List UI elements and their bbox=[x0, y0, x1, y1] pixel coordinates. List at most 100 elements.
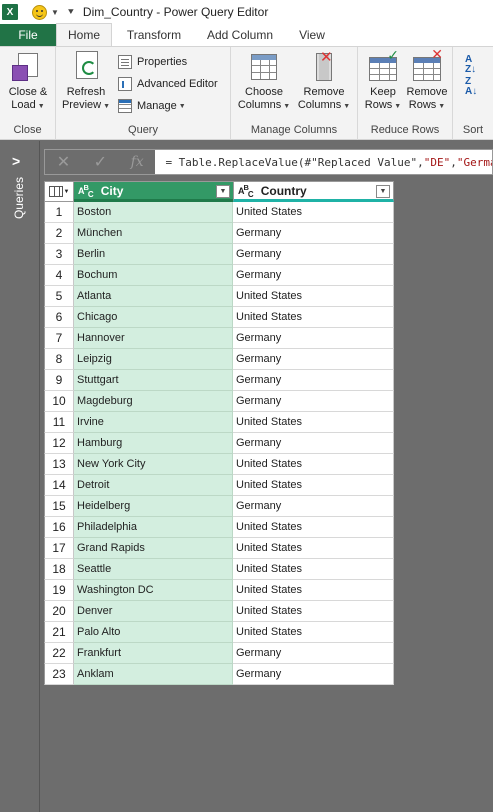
cell-country[interactable]: United States bbox=[233, 622, 394, 643]
sort-descending-icon[interactable]: Z A↓ bbox=[465, 77, 477, 97]
cell-city[interactable]: Washington DC bbox=[74, 580, 233, 601]
cell-country[interactable]: United States bbox=[233, 475, 394, 496]
row-number[interactable]: 21 bbox=[44, 622, 74, 643]
cell-city[interactable]: Seattle bbox=[74, 559, 233, 580]
cell-city[interactable]: Bochum bbox=[74, 265, 233, 286]
cell-country[interactable]: Germany bbox=[233, 244, 394, 265]
cell-city[interactable]: New York City bbox=[74, 454, 233, 475]
row-number[interactable]: 20 bbox=[44, 601, 74, 622]
row-number[interactable]: 11 bbox=[44, 412, 74, 433]
column-header-country[interactable]: ABC Country ▼ bbox=[233, 181, 394, 202]
remove-columns-button[interactable]: ✕ Remove Columns ▼ bbox=[294, 50, 354, 113]
column-header-city[interactable]: ABC City ▼ bbox=[74, 181, 233, 202]
cell-country[interactable]: United States bbox=[233, 580, 394, 601]
row-number[interactable]: 18 bbox=[44, 559, 74, 580]
filter-dropdown-icon[interactable]: ▼ bbox=[376, 185, 390, 198]
cell-city[interactable]: Boston bbox=[74, 202, 233, 223]
row-number[interactable]: 6 bbox=[44, 307, 74, 328]
cell-country[interactable]: United States bbox=[233, 538, 394, 559]
cell-country[interactable]: United States bbox=[233, 202, 394, 223]
cell-city[interactable]: Atlanta bbox=[74, 286, 233, 307]
row-number[interactable]: 22 bbox=[44, 643, 74, 664]
formula-input[interactable]: = Table.ReplaceValue(#"Replaced Value","… bbox=[165, 156, 492, 169]
cell-country[interactable]: United States bbox=[233, 286, 394, 307]
cell-city[interactable]: Grand Rapids bbox=[74, 538, 233, 559]
text-type-icon[interactable]: ABC bbox=[78, 183, 94, 199]
cell-country[interactable]: Germany bbox=[233, 496, 394, 517]
cell-city[interactable]: Denver bbox=[74, 601, 233, 622]
text-type-icon[interactable]: ABC bbox=[238, 183, 254, 199]
queries-pane-label[interactable]: Queries bbox=[12, 177, 26, 219]
refresh-preview-button[interactable]: Refresh Preview ▼ bbox=[60, 51, 112, 113]
cell-city[interactable]: Leipzig bbox=[74, 349, 233, 370]
tab-file[interactable]: File bbox=[0, 24, 56, 46]
cell-country[interactable]: United States bbox=[233, 601, 394, 622]
row-number[interactable]: 9 bbox=[44, 370, 74, 391]
row-number[interactable]: 17 bbox=[44, 538, 74, 559]
commit-formula-icon[interactable]: ✓ bbox=[94, 152, 107, 172]
cancel-formula-icon[interactable]: ✕ bbox=[57, 152, 70, 172]
row-number[interactable]: 14 bbox=[44, 475, 74, 496]
table-menu-button[interactable]: ▼ bbox=[44, 181, 74, 202]
tab-home[interactable]: Home bbox=[56, 23, 112, 46]
row-number[interactable]: 5 bbox=[44, 286, 74, 307]
manage-button[interactable]: Manage ▼ bbox=[118, 99, 186, 113]
tab-view[interactable]: View bbox=[284, 24, 340, 46]
cell-city[interactable]: Heidelberg bbox=[74, 496, 233, 517]
cell-city[interactable]: München bbox=[74, 223, 233, 244]
fx-icon[interactable]: fx bbox=[131, 154, 144, 170]
cell-city[interactable]: Magdeburg bbox=[74, 391, 233, 412]
row-number[interactable]: 15 bbox=[44, 496, 74, 517]
cell-city[interactable]: Chicago bbox=[74, 307, 233, 328]
row-number[interactable]: 13 bbox=[44, 454, 74, 475]
sort-ascending-icon[interactable]: A Z↓ bbox=[465, 55, 476, 75]
cell-country[interactable]: United States bbox=[233, 412, 394, 433]
cell-country[interactable]: United States bbox=[233, 454, 394, 475]
row-number[interactable]: 8 bbox=[44, 349, 74, 370]
row-number[interactable]: 12 bbox=[44, 433, 74, 454]
cell-country[interactable]: Germany bbox=[233, 328, 394, 349]
cell-city[interactable]: Hamburg bbox=[74, 433, 233, 454]
cell-country[interactable]: Germany bbox=[233, 349, 394, 370]
cell-country[interactable]: Germany bbox=[233, 265, 394, 286]
row-number[interactable]: 7 bbox=[44, 328, 74, 349]
cell-country[interactable]: Germany bbox=[233, 643, 394, 664]
close-load-button[interactable]: Close & Load ▼ bbox=[4, 51, 52, 113]
cell-city[interactable]: Berlin bbox=[74, 244, 233, 265]
filter-dropdown-icon[interactable]: ▼ bbox=[216, 185, 230, 198]
row-number[interactable]: 10 bbox=[44, 391, 74, 412]
properties-button[interactable]: Properties bbox=[118, 55, 187, 69]
excel-icon[interactable]: X bbox=[2, 4, 18, 20]
row-number[interactable]: 23 bbox=[44, 664, 74, 685]
row-number[interactable]: 16 bbox=[44, 517, 74, 538]
row-number[interactable]: 2 bbox=[44, 223, 74, 244]
cell-country[interactable]: United States bbox=[233, 517, 394, 538]
smiley-dropdown-icon[interactable]: ▼ bbox=[51, 8, 59, 17]
cell-city[interactable]: Philadelphia bbox=[74, 517, 233, 538]
cell-city[interactable]: Stuttgart bbox=[74, 370, 233, 391]
tab-transform[interactable]: Transform bbox=[112, 24, 196, 46]
remove-rows-button[interactable]: ✕ Remove Rows ▼ bbox=[404, 47, 450, 113]
feedback-smiley-icon[interactable] bbox=[32, 4, 47, 20]
cell-city[interactable]: Hannover bbox=[74, 328, 233, 349]
cell-country[interactable]: Germany bbox=[233, 391, 394, 412]
row-number[interactable]: 1 bbox=[44, 202, 74, 223]
cell-country[interactable]: Germany bbox=[233, 433, 394, 454]
queries-pane[interactable]: > Queries bbox=[0, 141, 40, 812]
cell-country[interactable]: Germany bbox=[233, 223, 394, 244]
cell-country[interactable]: Germany bbox=[233, 664, 394, 685]
keep-rows-button[interactable]: ✓ Keep Rows ▼ bbox=[362, 48, 404, 113]
cell-city[interactable]: Detroit bbox=[74, 475, 233, 496]
expand-queries-chevron-icon[interactable]: > bbox=[12, 153, 20, 169]
advanced-editor-button[interactable]: Advanced Editor bbox=[118, 77, 218, 91]
row-number[interactable]: 19 bbox=[44, 580, 74, 601]
quick-access-customize-icon[interactable]: ⯆ bbox=[67, 7, 75, 18]
cell-country[interactable]: United States bbox=[233, 559, 394, 580]
choose-columns-button[interactable]: Choose Columns ▼ bbox=[234, 51, 294, 113]
cell-city[interactable]: Palo Alto bbox=[74, 622, 233, 643]
cell-country[interactable]: United States bbox=[233, 307, 394, 328]
cell-city[interactable]: Irvine bbox=[74, 412, 233, 433]
row-number[interactable]: 3 bbox=[44, 244, 74, 265]
row-number[interactable]: 4 bbox=[44, 265, 74, 286]
cell-country[interactable]: Germany bbox=[233, 370, 394, 391]
